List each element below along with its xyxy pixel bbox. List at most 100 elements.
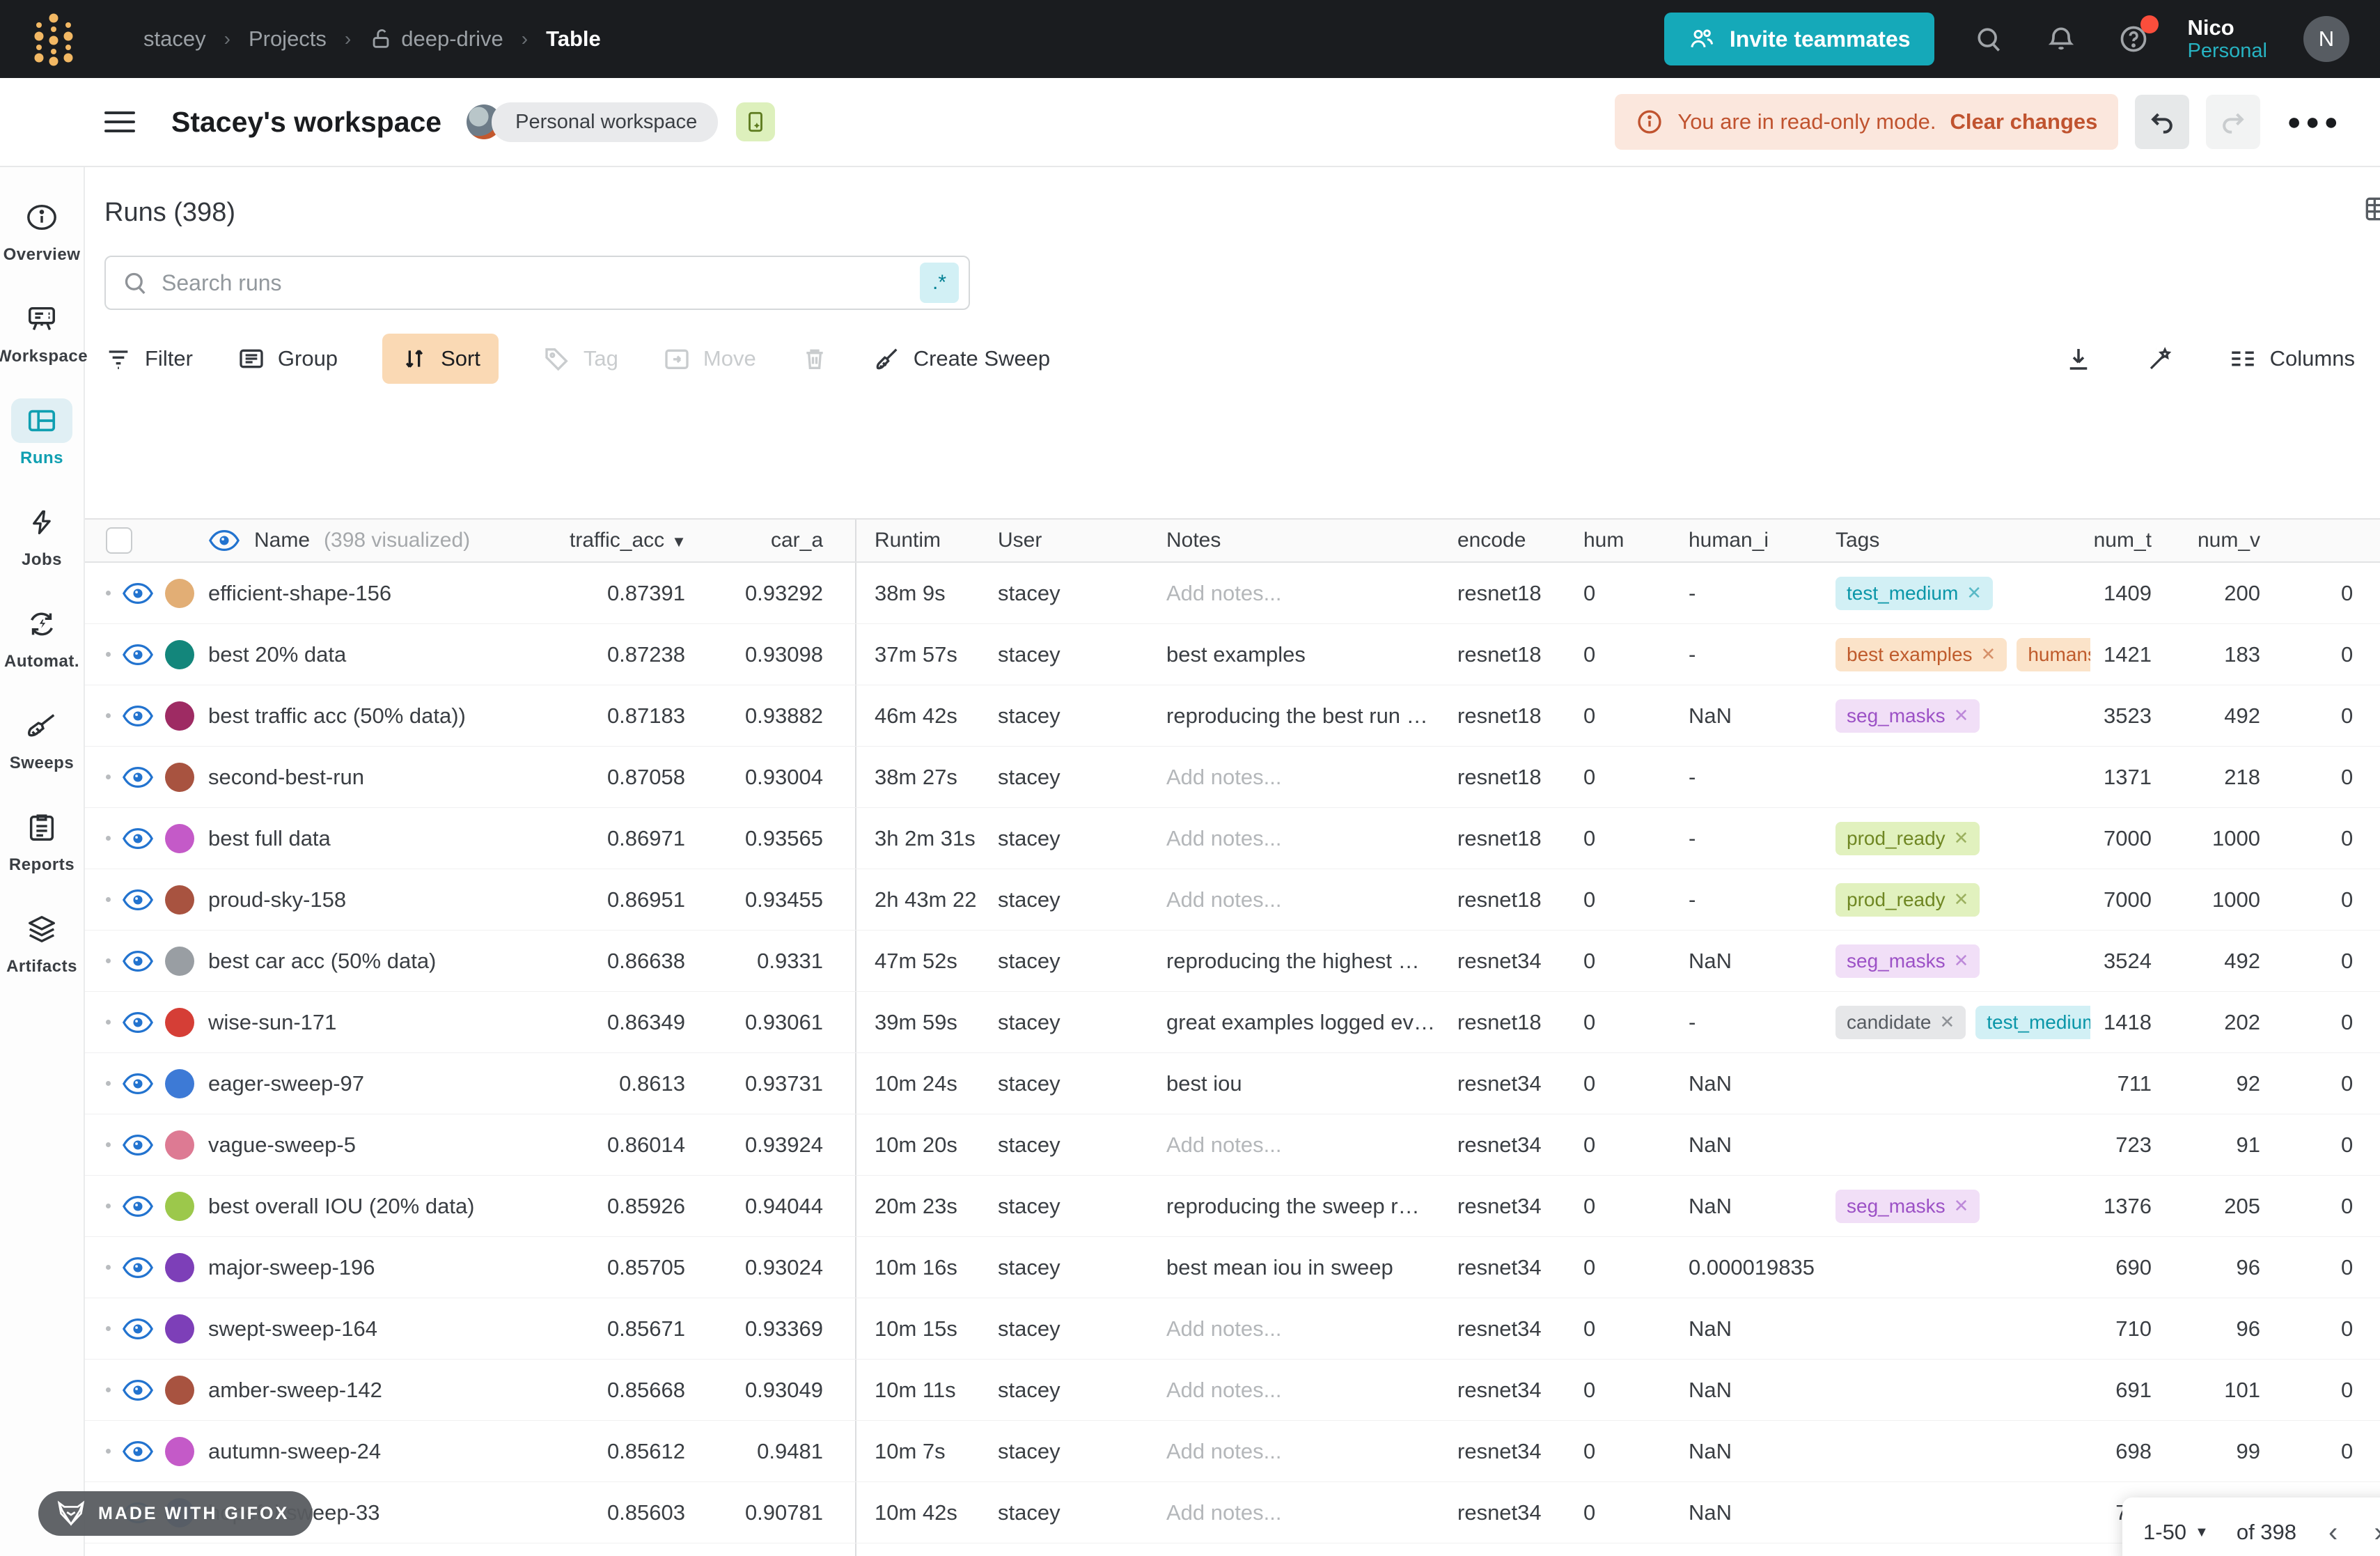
column-header-user[interactable]: User bbox=[998, 529, 1166, 552]
sidebar-item-workspace[interactable]: Workspace bbox=[0, 297, 88, 366]
notes-cell[interactable]: Add notes... bbox=[1166, 581, 1457, 606]
tag-remove-icon[interactable]: ✕ bbox=[1954, 827, 1969, 849]
drag-handle[interactable] bbox=[106, 836, 111, 841]
breadcrumb-entity[interactable]: stacey bbox=[143, 26, 206, 52]
run-name-link[interactable]: second-best-run bbox=[208, 765, 570, 790]
search-runs-input[interactable]: Search runs .* bbox=[104, 256, 970, 310]
table-density-icon[interactable] bbox=[2362, 194, 2380, 224]
table-row[interactable]: best full data 0.86971 0.93565 3h 2m 31s… bbox=[85, 808, 2380, 869]
drag-handle[interactable] bbox=[106, 897, 111, 902]
column-header-num-v[interactable]: num_v bbox=[2152, 529, 2260, 552]
table-row[interactable]: amber-sweep-142 0.85668 0.93049 10m 11s … bbox=[85, 1360, 2380, 1421]
run-visibility-eye-icon[interactable] bbox=[122, 1006, 154, 1038]
more-options-button[interactable]: ●●● bbox=[2277, 109, 2352, 136]
table-row[interactable]: best car acc (50% data) 0.86638 0.9331 4… bbox=[85, 931, 2380, 992]
avatar[interactable]: N bbox=[2303, 16, 2349, 62]
run-name-link[interactable]: autumn-sweep-24 bbox=[208, 1439, 570, 1464]
tag-pill[interactable]: prod_ready✕ bbox=[1835, 883, 1980, 917]
run-name-link[interactable]: efficient-shape-156 bbox=[208, 581, 570, 606]
drag-handle[interactable] bbox=[106, 1204, 111, 1208]
tag-pill[interactable]: test_medium✕ bbox=[1975, 1006, 2090, 1039]
tag-remove-icon[interactable]: ✕ bbox=[1981, 644, 1996, 665]
tag-remove-icon[interactable]: ✕ bbox=[1954, 1195, 1969, 1217]
run-name-link[interactable]: best full data bbox=[208, 826, 570, 851]
tag-pill[interactable]: seg_masks✕ bbox=[1835, 944, 1980, 978]
tag-pill[interactable]: best examples✕ bbox=[1835, 638, 2007, 671]
run-name-link[interactable]: best 20% data bbox=[208, 642, 570, 667]
regex-toggle[interactable]: .* bbox=[920, 263, 959, 303]
tag-remove-icon[interactable]: ✕ bbox=[1966, 582, 1982, 604]
run-visibility-eye-icon[interactable] bbox=[122, 1436, 154, 1468]
sidebar-item-jobs[interactable]: Jobs bbox=[11, 500, 72, 570]
tag-remove-icon[interactable]: ✕ bbox=[1939, 1011, 1955, 1033]
run-name-link[interactable]: wise-sun-171 bbox=[208, 1010, 570, 1035]
table-row[interactable]: best 20% data 0.87238 0.93098 37m 57s st… bbox=[85, 624, 2380, 685]
column-header-notes[interactable]: Notes bbox=[1166, 529, 1457, 552]
run-name-link[interactable]: swept-sweep-164 bbox=[208, 1316, 570, 1341]
column-header-hum[interactable]: hum bbox=[1583, 529, 1689, 552]
workspace-doc-icon[interactable] bbox=[736, 102, 775, 141]
run-visibility-eye-icon[interactable] bbox=[122, 700, 154, 732]
undo-button[interactable] bbox=[2135, 95, 2189, 149]
drag-handle[interactable] bbox=[106, 775, 111, 779]
sidebar-item-reports[interactable]: Reports bbox=[9, 805, 75, 875]
table-row[interactable]: best overall IOU (20% data) 0.85926 0.94… bbox=[85, 1176, 2380, 1237]
column-header-encoder[interactable]: encode bbox=[1457, 529, 1583, 552]
workspace-type-badge[interactable]: Personal workspace bbox=[492, 102, 718, 142]
drag-handle[interactable] bbox=[106, 958, 111, 963]
drag-handle[interactable] bbox=[106, 1387, 111, 1392]
column-header-name[interactable]: Name bbox=[254, 529, 310, 552]
notes-cell[interactable]: Add notes... bbox=[1166, 1439, 1457, 1464]
tag-pill[interactable]: test_medium✕ bbox=[1835, 577, 1993, 610]
drag-handle[interactable] bbox=[106, 1326, 111, 1331]
notes-cell[interactable]: reproducing the sweep r… bbox=[1166, 1194, 1457, 1219]
run-visibility-eye-icon[interactable] bbox=[122, 761, 154, 793]
redo-button[interactable] bbox=[2206, 95, 2260, 149]
table-row[interactable]: efficient-shape-156 0.87391 0.93292 38m … bbox=[85, 563, 2380, 624]
run-name-link[interactable]: best car acc (50% data) bbox=[208, 949, 570, 974]
next-page-button[interactable]: › bbox=[2370, 1517, 2380, 1548]
select-all-checkbox[interactable] bbox=[106, 527, 132, 554]
run-visibility-eye-icon[interactable] bbox=[122, 639, 154, 671]
drag-handle[interactable] bbox=[106, 591, 111, 596]
notes-cell[interactable]: best mean iou in sweep bbox=[1166, 1255, 1457, 1280]
table-row[interactable]: eager-sweep-97 0.8613 0.93731 10m 24s st… bbox=[85, 1053, 2380, 1114]
notes-cell[interactable]: Add notes... bbox=[1166, 1500, 1457, 1525]
run-name-link[interactable]: eager-sweep-97 bbox=[208, 1071, 570, 1096]
run-visibility-eye-icon[interactable] bbox=[122, 1313, 154, 1345]
notes-cell[interactable]: reproducing the highest … bbox=[1166, 949, 1457, 974]
notes-cell[interactable]: reproducing the best run … bbox=[1166, 703, 1457, 729]
invite-teammates-button[interactable]: Invite teammates bbox=[1664, 13, 1934, 65]
notes-cell[interactable]: best examples bbox=[1166, 642, 1457, 667]
notes-cell[interactable]: Add notes... bbox=[1166, 765, 1457, 790]
run-visibility-eye-icon[interactable] bbox=[122, 1068, 154, 1100]
column-header-num-t[interactable]: num_t bbox=[2090, 529, 2152, 552]
notes-cell[interactable]: Add notes... bbox=[1166, 1133, 1457, 1158]
breadcrumb-current-page[interactable]: Table bbox=[546, 26, 601, 52]
group-button[interactable]: Group bbox=[237, 345, 338, 373]
run-visibility-eye-icon[interactable] bbox=[122, 1129, 154, 1161]
sort-button[interactable]: Sort bbox=[382, 334, 499, 384]
toggle-all-visibility-eye-icon[interactable] bbox=[208, 524, 240, 557]
run-name-link[interactable]: major-sweep-196 bbox=[208, 1255, 570, 1280]
run-visibility-eye-icon[interactable] bbox=[122, 1374, 154, 1406]
run-visibility-eye-icon[interactable] bbox=[122, 884, 154, 916]
sidebar-item-runs[interactable]: Runs bbox=[11, 398, 72, 468]
column-header-tags[interactable]: Tags bbox=[1835, 529, 2090, 552]
user-menu[interactable]: Nico Personal bbox=[2188, 15, 2267, 63]
sidebar-item-automat[interactable]: Automat. bbox=[4, 602, 79, 671]
drag-handle[interactable] bbox=[106, 1081, 111, 1086]
run-name-link[interactable]: vague-sweep-5 bbox=[208, 1133, 570, 1158]
notes-cell[interactable]: best iou bbox=[1166, 1071, 1457, 1096]
breadcrumb-project[interactable]: deep-drive bbox=[369, 26, 503, 52]
notes-cell[interactable]: Add notes... bbox=[1166, 826, 1457, 851]
drag-handle[interactable] bbox=[106, 1449, 111, 1454]
tag-button[interactable]: Tag bbox=[543, 345, 618, 373]
previous-page-button[interactable]: ‹ bbox=[2324, 1517, 2342, 1548]
delete-button[interactable] bbox=[801, 345, 829, 373]
notes-cell[interactable]: great examples logged ev… bbox=[1166, 1010, 1457, 1035]
sidebar-item-sweeps[interactable]: Sweeps bbox=[10, 703, 74, 773]
drag-handle[interactable] bbox=[106, 652, 111, 657]
tag-pill[interactable]: humans✕ bbox=[2017, 638, 2090, 671]
table-row[interactable]: autumn-sweep-24 0.85612 0.9481 10m 7s st… bbox=[85, 1421, 2380, 1482]
